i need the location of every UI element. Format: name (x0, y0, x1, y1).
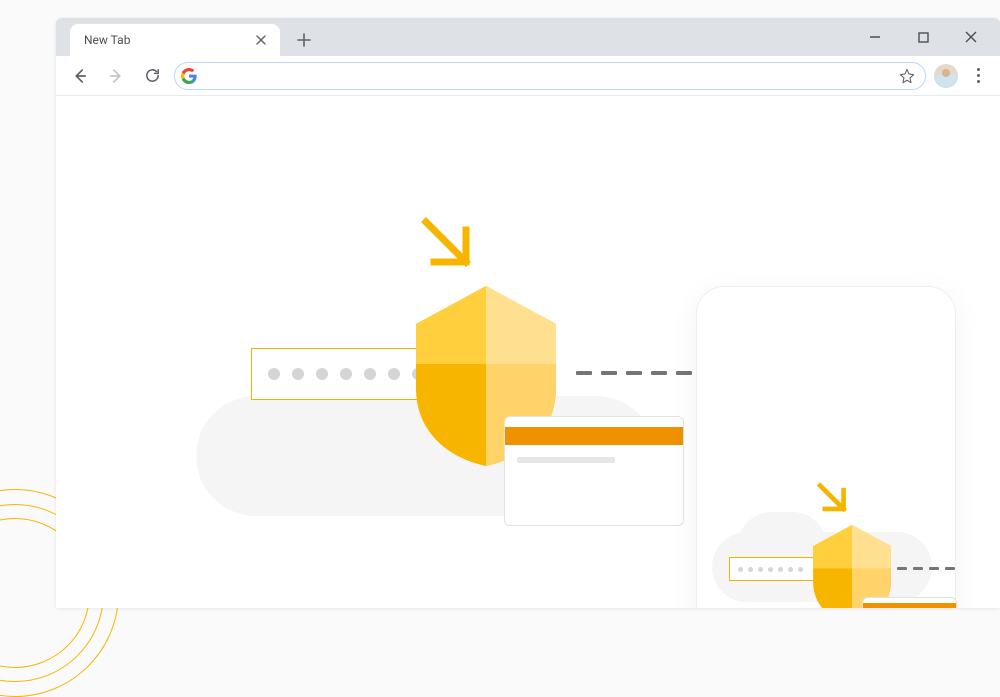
page-content (56, 96, 1000, 608)
profile-avatar[interactable] (934, 64, 958, 88)
minimize-button[interactable] (862, 24, 888, 50)
new-tab-button[interactable] (290, 26, 318, 54)
close-tab-icon[interactable] (252, 31, 270, 49)
forward-button[interactable] (102, 62, 130, 90)
tab-title: New Tab (84, 33, 252, 47)
close-window-button[interactable] (958, 24, 984, 50)
arrow-down-right-icon (815, 482, 851, 520)
window-controls (862, 18, 994, 56)
google-icon (181, 68, 197, 84)
toolbar (56, 56, 1000, 96)
bookmark-star-icon[interactable] (897, 66, 917, 86)
menu-button[interactable] (966, 64, 990, 88)
arrow-down-right-icon (418, 216, 478, 278)
url-input[interactable] (203, 68, 891, 83)
connection-dashes (897, 567, 955, 570)
connection-dashes (576, 371, 692, 375)
credit-card-graphic (862, 597, 957, 608)
phone-frame (696, 286, 956, 608)
reload-button[interactable] (138, 62, 166, 90)
credit-card-graphic (504, 416, 684, 526)
shield-icon (802, 519, 902, 608)
address-bar[interactable] (174, 62, 926, 90)
browser-window: New Tab (56, 18, 1000, 608)
tab-strip: New Tab (56, 18, 1000, 56)
maximize-button[interactable] (910, 24, 936, 50)
tab-new-tab[interactable]: New Tab (70, 24, 280, 56)
back-button[interactable] (66, 62, 94, 90)
